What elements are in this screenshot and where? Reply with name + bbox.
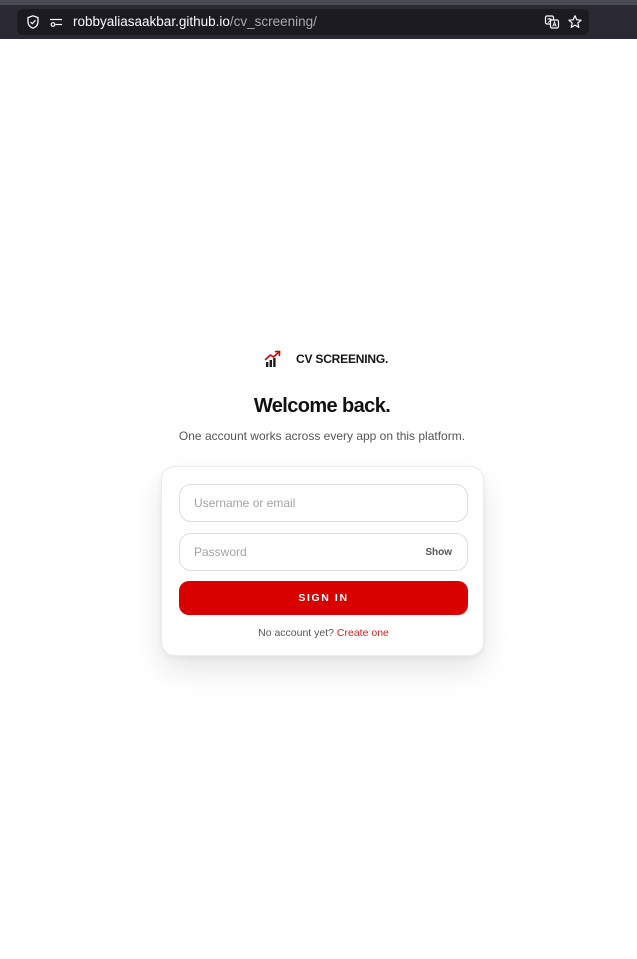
brand: CV SCREENING.: [264, 349, 388, 369]
browser-toolbar: robbyaliasaakbar.github.io/cv_screening/: [0, 0, 637, 39]
address-bar[interactable]: robbyaliasaakbar.github.io/cv_screening/: [17, 9, 589, 35]
page-subtitle: One account works across every app on th…: [178, 429, 466, 443]
url-path: /cv_screening/: [229, 14, 317, 29]
sign-in-button[interactable]: SIGN IN: [179, 581, 468, 615]
brand-name: CV SCREENING.: [296, 352, 389, 366]
url-text[interactable]: robbyaliasaakbar.github.io/cv_screening/: [73, 14, 317, 29]
login-card: Show SIGN IN No account yet? Create one: [161, 466, 484, 656]
permissions-icon[interactable]: [48, 14, 64, 30]
bar-chart-arrow-icon: [264, 350, 281, 367]
bookmark-star-icon[interactable]: [567, 14, 583, 30]
signup-prompt-text: No account yet?: [258, 627, 334, 639]
create-account-link[interactable]: Create one: [337, 627, 389, 639]
signup-prompt: No account yet? Create one: [162, 627, 485, 639]
username-input[interactable]: [179, 484, 468, 522]
shield-icon[interactable]: [25, 14, 41, 30]
url-host: robbyaliasaakbar.github.io: [73, 14, 230, 29]
show-password-toggle[interactable]: Show: [425, 547, 452, 558]
page-title: Welcome back.: [253, 395, 391, 417]
translate-icon[interactable]: [544, 14, 560, 30]
